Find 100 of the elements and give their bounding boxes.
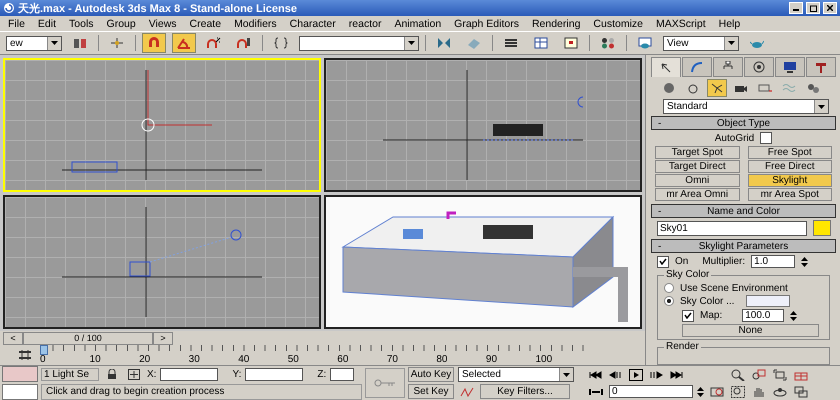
menu-item[interactable]: Animation [394, 18, 442, 30]
time-slider-thumb[interactable]: 0 / 100 [23, 332, 153, 345]
light-type-button[interactable]: Skylight [748, 174, 832, 187]
map-button[interactable]: None [682, 324, 819, 337]
key-filters-button[interactable]: Key Filters... [480, 384, 570, 399]
object-category-dropdown[interactable]: Standard [663, 99, 829, 114]
mirror-icon [437, 37, 451, 49]
map-checkbox[interactable] [682, 310, 694, 322]
sky-color-swatch[interactable] [746, 295, 790, 307]
radio-label: Sky Color ... [680, 296, 734, 306]
menu-item[interactable]: Graph Editors [454, 18, 519, 30]
render-type-dropdown[interactable]: View [663, 36, 739, 50]
axis-icon [110, 37, 124, 49]
menu-item[interactable]: File [8, 18, 25, 30]
viewport[interactable] [324, 58, 642, 192]
menu-item[interactable]: Customize [593, 18, 644, 30]
minimize-button[interactable] [789, 2, 803, 14]
spinner-arrows-icon [790, 310, 798, 322]
set-key-mode-button[interactable]: Set Key [408, 384, 454, 399]
play-button[interactable] [627, 367, 645, 382]
map-label: Map: [700, 310, 722, 321]
menu-item[interactable]: Help [718, 18, 740, 30]
selection-count-field: 1 Light Se [41, 368, 99, 380]
zoom-extents-button[interactable] [771, 367, 789, 382]
dropdown-arrow-icon [51, 41, 58, 45]
maximize-viewport-button[interactable] [792, 384, 810, 399]
close-button[interactable] [823, 2, 837, 14]
frame-number: 60 [337, 354, 348, 365]
panel-tab[interactable] [744, 57, 774, 77]
snap-toggle-button[interactable] [172, 33, 196, 53]
next-frame-button[interactable]: > [153, 332, 173, 345]
region-zoom-button[interactable] [729, 384, 747, 399]
lock-icon [107, 369, 117, 379]
curve-icon [460, 386, 474, 398]
zoom-all-button[interactable] [750, 367, 768, 382]
named-selection-dropdown[interactable] [299, 36, 419, 50]
zoom-button[interactable] [729, 367, 747, 382]
x-coordinate-field[interactable] [160, 368, 218, 380]
auto-key-button[interactable]: Auto Key [408, 367, 454, 382]
menu-item[interactable]: Character [290, 18, 336, 30]
on-checkbox[interactable] [657, 256, 669, 268]
table-icon [534, 37, 548, 49]
window-title: 天光.max - Autodesk 3ds Max 8 - Stand-alone License [18, 2, 298, 16]
menu-item[interactable]: Create [190, 18, 222, 30]
menu-item[interactable]: Views [148, 18, 177, 30]
menu-item[interactable]: Rendering [532, 18, 580, 30]
rollout-header[interactable]: - Skylight Parameters [651, 239, 836, 253]
panel-tab[interactable] [651, 57, 681, 77]
menu-item[interactable]: reactor [348, 18, 382, 30]
previous-frame-button[interactable]: < [3, 332, 23, 345]
radio-button[interactable] [664, 296, 674, 306]
light-type-button[interactable]: mr Area Omni [655, 188, 740, 201]
viewport[interactable] [3, 195, 321, 330]
maximize-button[interactable] [806, 2, 820, 14]
menu-item[interactable]: Edit [38, 18, 56, 30]
waves-icon [782, 82, 796, 94]
object-pair-icon [73, 37, 87, 49]
name-field[interactable]: Sky01 [657, 220, 807, 236]
panel-tab[interactable] [775, 57, 805, 77]
angle-magnet-icon [177, 37, 191, 49]
spinner-arrows-icon [801, 256, 808, 268]
menu-item[interactable]: Modifiers [234, 18, 277, 30]
z-coordinate-field[interactable] [330, 368, 354, 380]
x-label: X: [147, 368, 156, 380]
autogrid-checkbox[interactable] [760, 132, 772, 144]
category-button[interactable] [707, 79, 727, 97]
menu-item[interactable]: MAXScript [656, 18, 706, 30]
light-type-button[interactable]: Free Spot [748, 146, 832, 159]
frame-number: 90 [486, 354, 498, 365]
track-bar-button[interactable] [16, 347, 34, 362]
object-color-swatch[interactable] [813, 220, 831, 236]
dropdown-arrow-icon [818, 104, 825, 108]
gears-icon [806, 82, 820, 94]
light-type-button[interactable]: Free Direct [748, 160, 832, 173]
key-mode-dropdown[interactable]: Selected [458, 367, 574, 382]
y-coordinate-field[interactable] [245, 368, 304, 380]
radio-button[interactable] [664, 283, 674, 293]
light-type-button[interactable]: mr Area Spot [748, 188, 832, 201]
panel-tab[interactable] [682, 57, 712, 77]
rollout-header[interactable]: - Name and Color [651, 204, 836, 218]
map-amount-field[interactable]: 100.0 [742, 309, 784, 322]
current-frame-marker[interactable] [40, 345, 48, 355]
frame-number: 30 [188, 354, 200, 365]
multiplier-field[interactable]: 1.0 [751, 255, 796, 268]
y-label: Y: [232, 368, 242, 380]
time-config-icon [710, 386, 724, 398]
panel-tab[interactable] [806, 57, 836, 77]
light-type-button[interactable]: Target Spot [655, 146, 740, 159]
current-frame-field[interactable]: 0 [609, 385, 693, 398]
panel-tab[interactable] [713, 57, 743, 77]
rollout-header[interactable]: - Object Type [651, 116, 836, 130]
snap-toggle-button[interactable] [142, 33, 166, 53]
dropdown-arrow-icon [563, 372, 570, 376]
light-type-button[interactable]: Target Direct [655, 160, 740, 173]
menu-item[interactable]: Group [106, 18, 136, 30]
selection-filter-dropdown[interactable]: ew [6, 36, 62, 50]
absolute-mode-button[interactable] [125, 366, 143, 382]
hammer-icon [814, 61, 828, 73]
light-type-button[interactable]: Omni [655, 174, 740, 187]
menu-item[interactable]: Tools [69, 18, 94, 30]
